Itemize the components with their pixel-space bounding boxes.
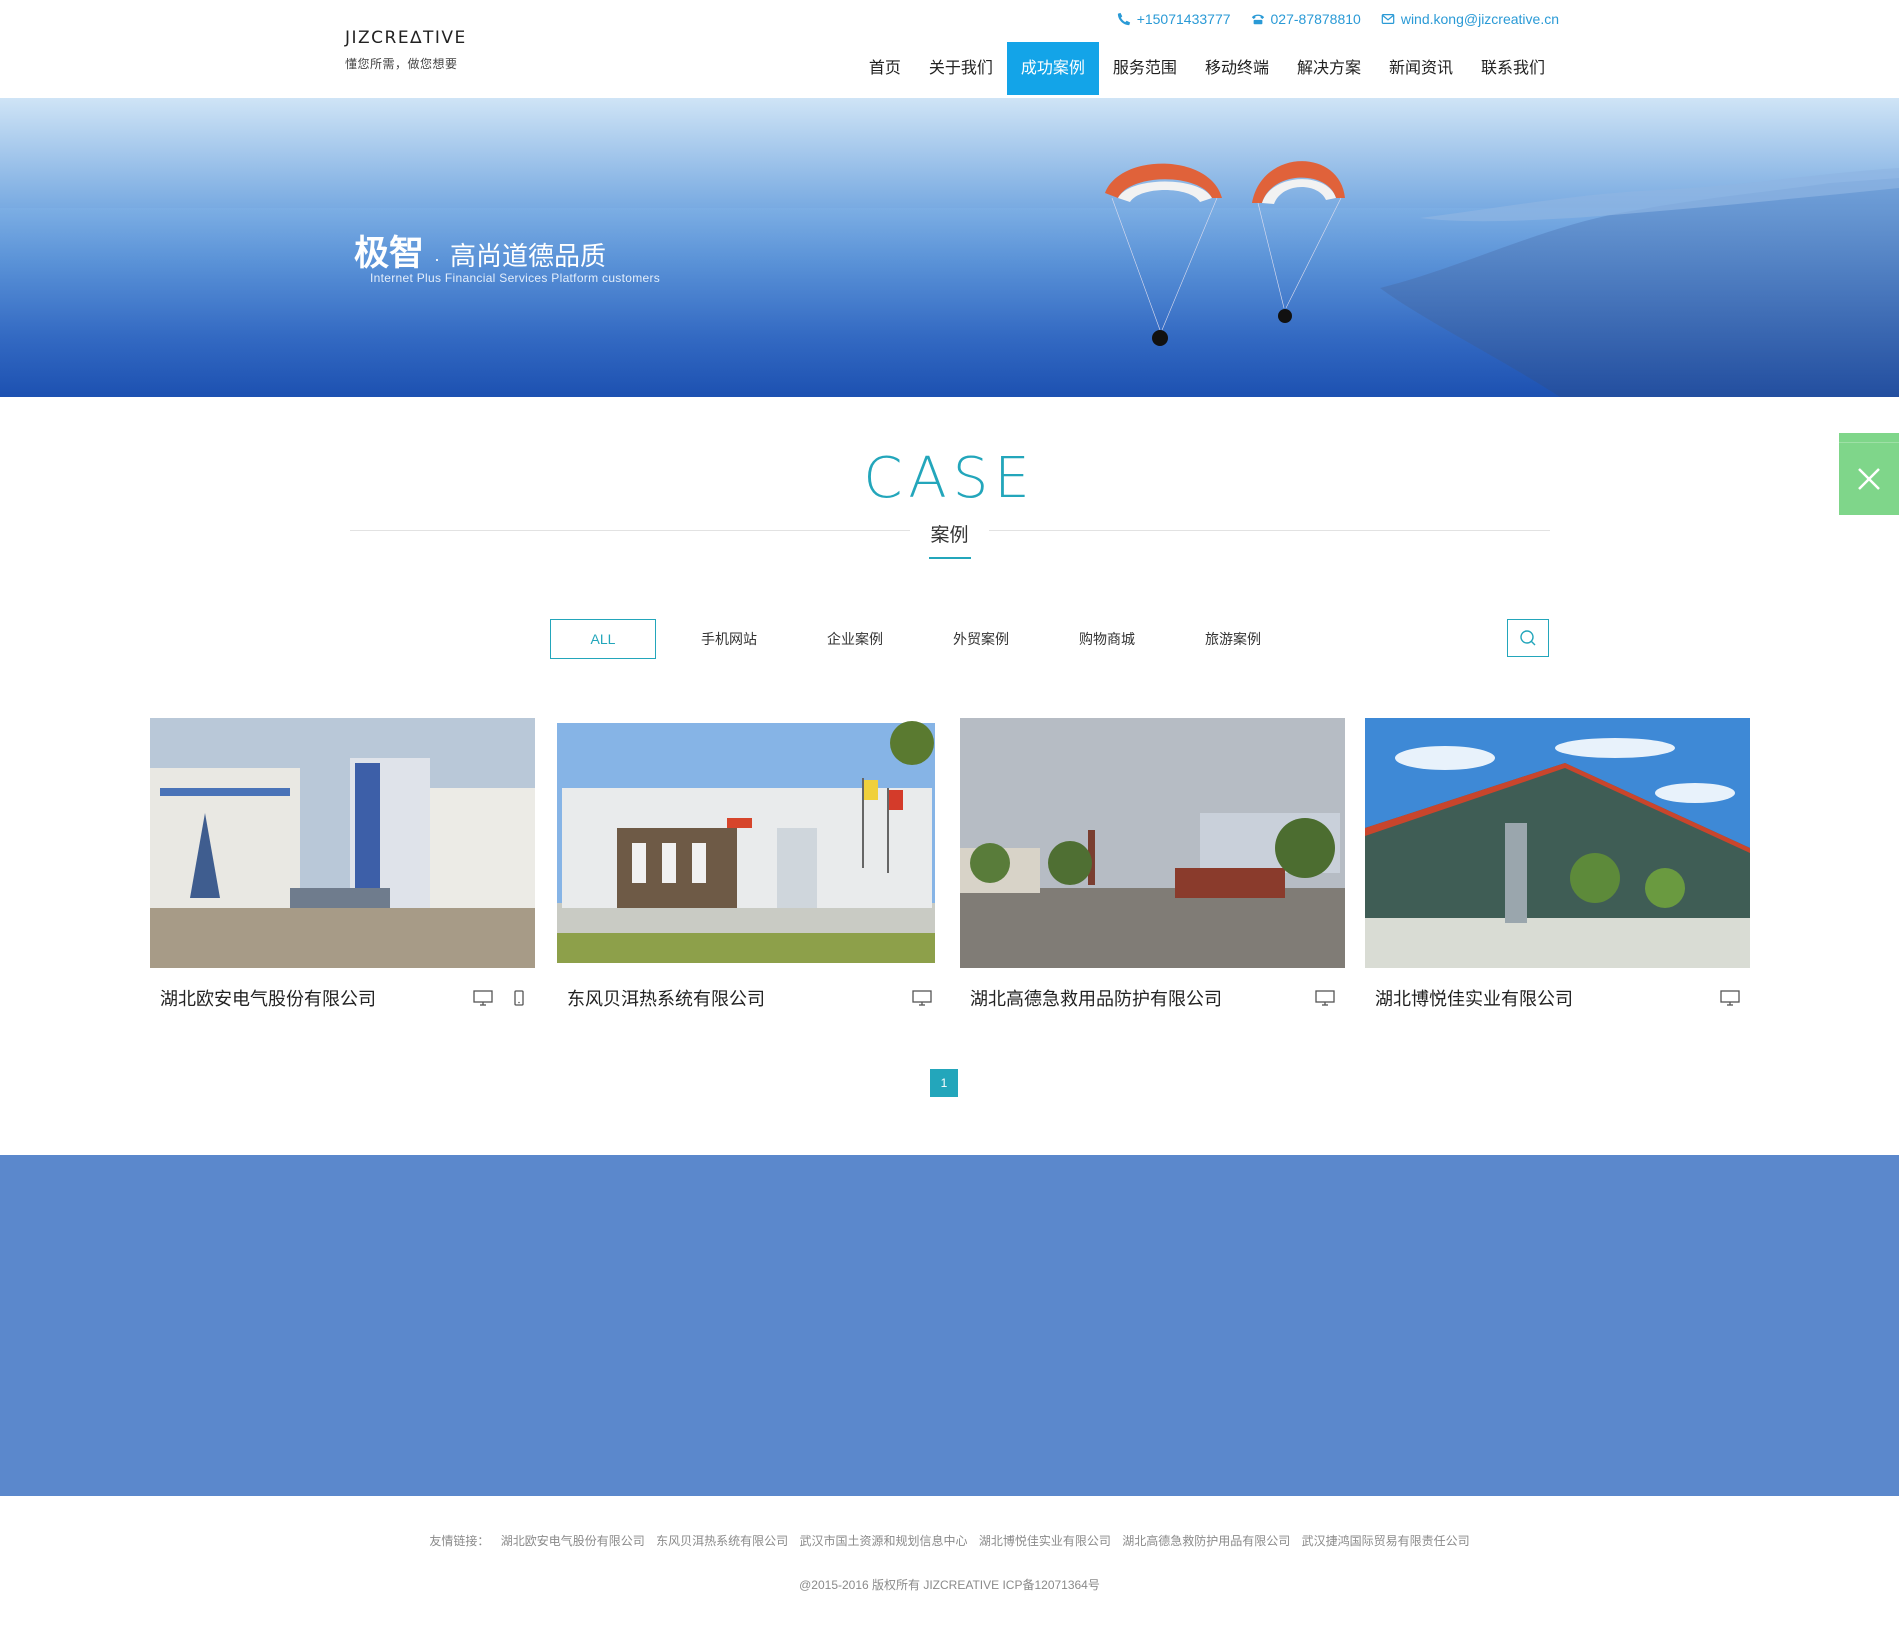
case-device-icons [912,990,932,1006]
case-caption: 湖北欧安电气股份有限公司 [150,968,535,1028]
telephone-icon [1251,14,1264,25]
nav-cases[interactable]: 成功案例 [1006,42,1099,95]
site-header: JIZCRE∆TIVE 懂您所需，做您想要 +15071433777 027-8… [0,0,1899,98]
hero-banner: 极智 · 高尚道德品质 Internet Plus Financial Serv… [0,98,1899,397]
pagination-page-1[interactable]: 1 [930,1069,958,1097]
banner-background-image [0,161,1899,397]
case-device-icons [1315,990,1335,1006]
phone-icon [1117,12,1130,26]
email-address: wind.kong@jizcreative.cn [1400,11,1559,27]
banner-title-main: 极智 [354,234,425,274]
banner-heading: 极智 · 高尚道德品质 [354,225,606,276]
friend-link[interactable]: 武汉捷鸿国际贸易有限责任公司 [1302,1534,1470,1548]
section-title-underline [929,557,971,559]
banner-title-sub: 高尚道德品质 [450,242,607,272]
case-device-icons [1720,990,1740,1006]
mobile-icon [514,990,524,1006]
nav-services[interactable]: 服务范围 [1099,42,1191,95]
case-card[interactable]: 湖北欧安电气股份有限公司 [150,718,535,1028]
friend-link[interactable]: 湖北欧安电气股份有限公司 [501,1534,645,1548]
nav-contact[interactable]: 联系我们 [1467,42,1559,95]
friend-link[interactable]: 东风贝洱热系统有限公司 [656,1534,788,1548]
filter-enterprise[interactable]: 企业案例 [802,619,908,659]
friend-link[interactable]: 武汉市国土资源和规划信息中心 [799,1534,967,1548]
contact-email[interactable]: wind.kong@jizcreative.cn [1381,11,1559,27]
filter-foreign-trade[interactable]: 外贸案例 [928,619,1034,659]
case-image[interactable] [150,718,535,968]
side-widget-top-tab[interactable] [1839,433,1899,443]
desktop-icon [473,990,493,1006]
close-icon[interactable] [1839,443,1899,515]
logo-wordmark: JIZCRE∆TIVE [345,28,467,48]
friend-link[interactable]: 湖北博悦佳实业有限公司 [979,1534,1111,1548]
case-caption: 湖北高德急救用品防护有限公司 [960,968,1345,1028]
case-caption: 湖北博悦佳实业有限公司 [1365,968,1750,1028]
nav-home[interactable]: 首页 [855,42,915,95]
search-button[interactable] [1507,619,1549,657]
search-icon [1520,630,1536,646]
nav-solutions[interactable]: 解决方案 [1283,42,1375,95]
mobile-number: +15071433777 [1136,11,1231,27]
side-floating-widget[interactable] [1839,433,1899,515]
logo-tagline: 懂您所需，做您想要 [345,57,458,71]
contact-bar: +15071433777 027-87878810 wind.kong@jizc… [1117,11,1559,27]
friend-link[interactable]: 湖北高德急救防护用品有限公司 [1122,1534,1290,1548]
case-image[interactable] [557,718,942,968]
case-caption: 东风贝洱热系统有限公司 [557,968,942,1028]
copyright: @2015-2016 版权所有 JIZCREATIVE ICP备12071364… [799,1578,1100,1592]
banner-title-dot: · [434,249,441,269]
nav-mobile[interactable]: 移动终端 [1191,42,1283,95]
desktop-icon [1720,990,1740,1006]
mail-icon [1381,14,1395,24]
friend-links: 友情链接： 湖北欧安电气股份有限公司 东风贝洱热系统有限公司 武汉市国土资源和规… [0,1532,1899,1549]
main-nav: 首页 关于我们 成功案例 服务范围 移动终端 解决方案 新闻资讯 联系我们 [855,42,1559,95]
section-title-en: CASE [863,446,1036,511]
case-image[interactable] [960,718,1345,968]
case-name[interactable]: 湖北高德急救用品防护有限公司 [970,985,1222,1011]
desktop-icon [1315,990,1335,1006]
section-title-cn: 案例 [930,525,969,546]
office-number: 027-87878810 [1270,11,1361,27]
friend-links-label: 友情链接： [429,1534,490,1548]
banner-subtitle: Internet Plus Financial Services Platfor… [370,271,661,285]
case-filter-tabs: ALL 手机网站 企业案例 外贸案例 购物商城 旅游案例 [550,619,1306,659]
case-name[interactable]: 湖北博悦佳实业有限公司 [1375,985,1573,1011]
contact-mobile[interactable]: +15071433777 [1117,11,1231,27]
case-name[interactable]: 东风贝洱热系统有限公司 [567,985,765,1011]
filter-all[interactable]: ALL [550,619,656,659]
case-card[interactable]: 湖北高德急救用品防护有限公司 [960,718,1345,1028]
case-card[interactable]: 湖北博悦佳实业有限公司 [1365,718,1750,1028]
blue-content-band [0,1155,1899,1496]
case-name[interactable]: 湖北欧安电气股份有限公司 [160,985,376,1011]
filter-shopping[interactable]: 购物商城 [1054,619,1160,659]
case-card[interactable]: 东风贝洱热系统有限公司 [557,718,942,1028]
nav-news[interactable]: 新闻资讯 [1375,42,1467,95]
filter-mobile-site[interactable]: 手机网站 [676,619,782,659]
contact-office[interactable]: 027-87878810 [1251,11,1361,27]
case-image[interactable] [1365,718,1750,968]
filter-travel[interactable]: 旅游案例 [1180,619,1286,659]
case-device-icons [473,990,525,1006]
nav-about[interactable]: 关于我们 [915,42,1007,95]
desktop-icon [912,990,932,1006]
logo[interactable]: JIZCRE∆TIVE 懂您所需，做您想要 [345,28,467,72]
